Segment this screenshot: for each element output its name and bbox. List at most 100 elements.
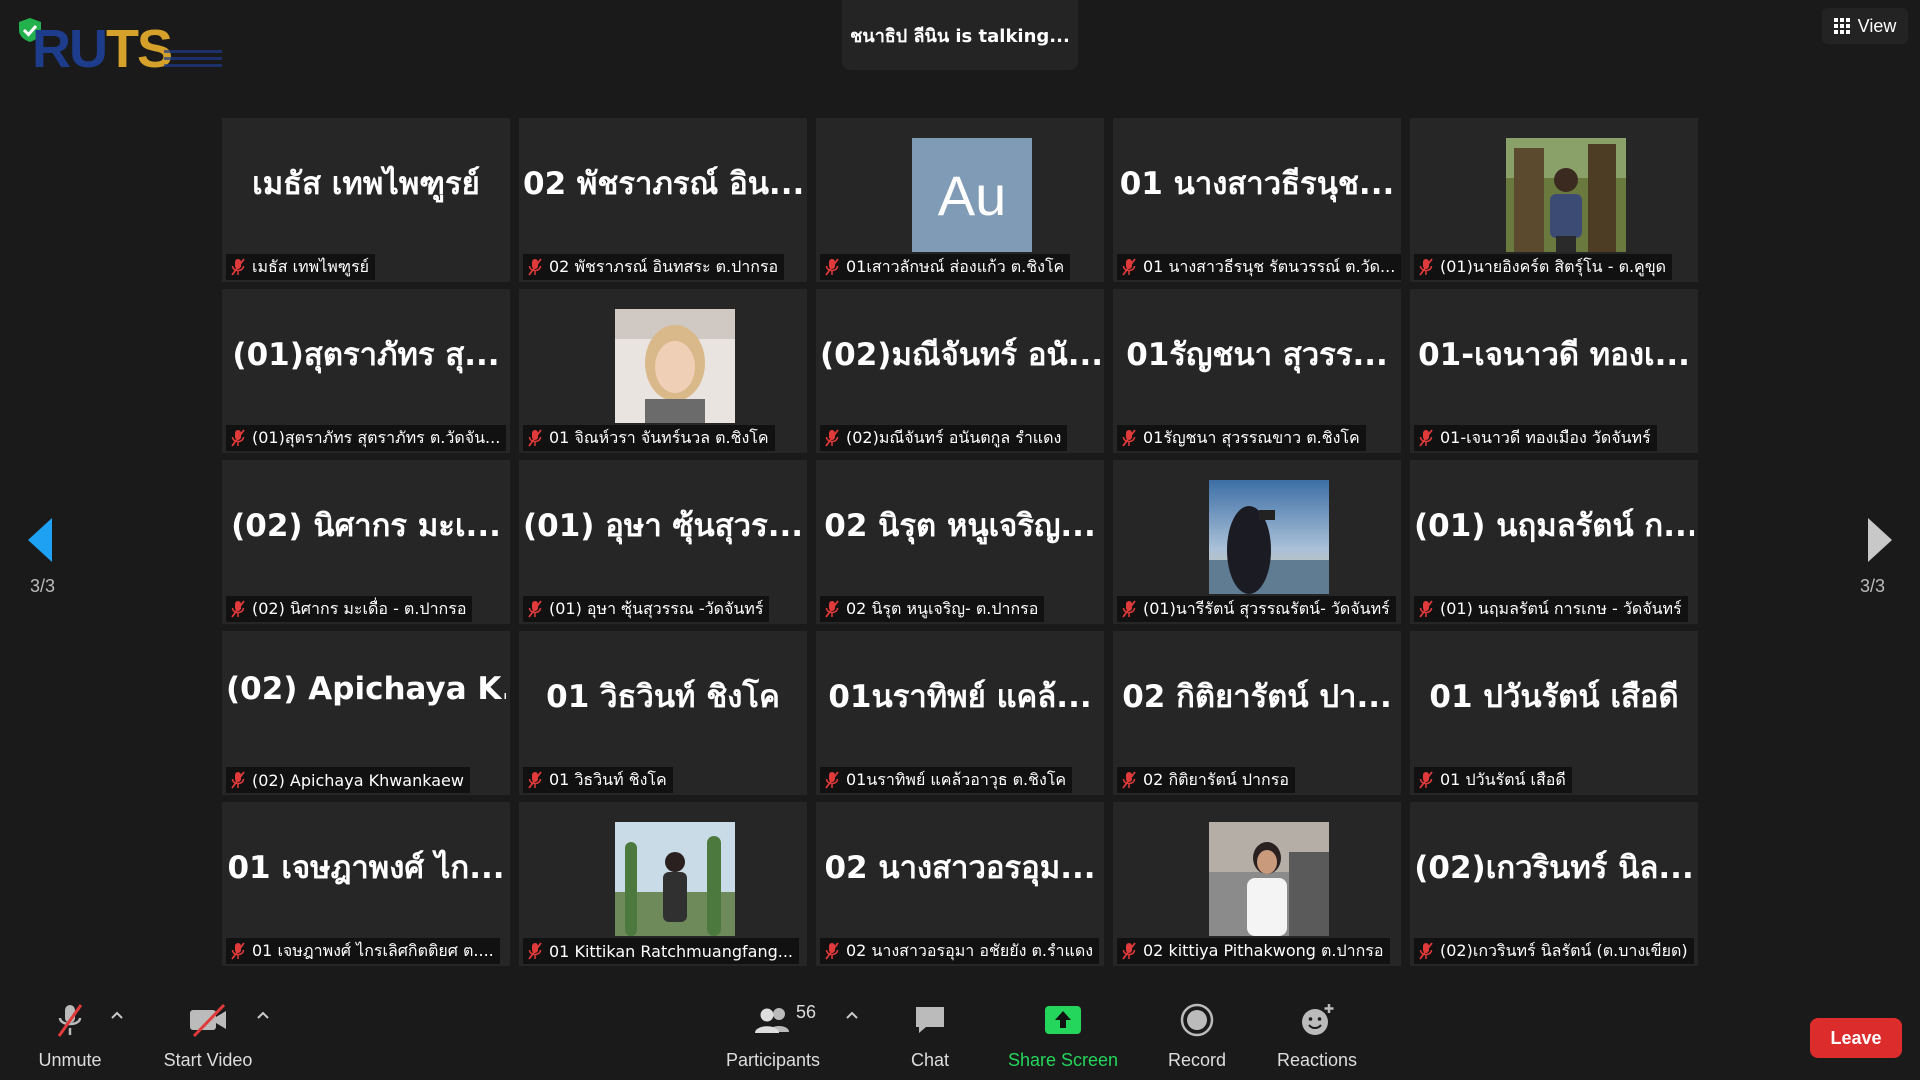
participant-tile[interactable]: 01 Kittikan Ratchmuangfang... xyxy=(519,802,807,966)
previous-page-arrow-icon[interactable] xyxy=(22,510,62,570)
start-video-button[interactable]: Start Video xyxy=(156,998,260,1078)
video-off-icon xyxy=(190,1003,226,1038)
unmute-label: Unmute xyxy=(38,1050,102,1070)
participant-tile[interactable]: (02)เกวรินทร์ นิล... (02)เกวรินทร์ นิลรัต… xyxy=(1410,802,1698,966)
participant-tile[interactable]: (02) Apichaya K... (02) Apichaya Khwankae… xyxy=(222,631,510,795)
participant-photo xyxy=(1209,480,1329,594)
muted-microphone-icon xyxy=(1122,942,1136,960)
participant-tile[interactable]: (01) นฤมลรัตน์ ก... (01) นฤมลรัตน์ การเกษ… xyxy=(1410,460,1698,624)
participant-display-name: (01) อุษา ซุ้นสุวร... xyxy=(523,508,803,544)
participant-name-label: (02)มณีจันทร์ อนันตกูล รำแดง xyxy=(820,425,1068,451)
participant-tile[interactable]: 02 kittiya Pithakwong ต.ปากรอ xyxy=(1113,802,1401,966)
muted-microphone-icon xyxy=(1419,600,1433,618)
participant-display-name: 01 เจษฎาพงศ์ ไก... xyxy=(227,850,505,886)
reactions-button[interactable]: Reactions xyxy=(1274,998,1360,1078)
participant-name-label: 02 นิรุต หนูเจริญ- ต.ปากรอ xyxy=(820,596,1045,622)
logo-text: RUTS xyxy=(32,19,173,79)
muted-microphone-icon xyxy=(1122,429,1136,447)
participant-display-name: 01 ปวันรัตน์ เสือดี xyxy=(1429,679,1679,715)
participant-name-label: 01 จิณห์วรา จันทร์นวล ต.ชิงโค xyxy=(523,425,775,451)
participant-name-label: (02) Apichaya Khwankaew xyxy=(226,767,470,793)
participant-display-name: 02 พัชราภรณ์ อิน... xyxy=(523,166,803,202)
record-button[interactable]: Record xyxy=(1164,998,1230,1078)
muted-microphone-icon xyxy=(825,258,839,276)
leave-button[interactable]: Leave xyxy=(1810,1018,1902,1058)
participant-tile[interactable]: 02 กิติยารัตน์ ปา... 02 กิติยารัตน์ ปากรอ xyxy=(1113,631,1401,795)
muted-microphone-icon xyxy=(57,1004,83,1037)
muted-microphone-icon xyxy=(825,600,839,618)
participant-tile[interactable]: 02 นิรุต หนูเจริญ... 02 นิรุต หนูเจริญ- ต… xyxy=(816,460,1104,624)
participant-name-label: 01 วิธวินท์ ชิงโค xyxy=(523,767,673,793)
participant-display-name: (01)สุตราภัทร สุ... xyxy=(232,337,500,373)
participant-name-label: 01รัญชนา สุวรรณขาว ต.ชิงโค xyxy=(1117,425,1366,451)
muted-microphone-icon xyxy=(528,942,542,960)
muted-microphone-icon xyxy=(1122,771,1136,789)
unmute-button[interactable]: Unmute xyxy=(28,998,112,1078)
muted-microphone-icon xyxy=(1122,600,1136,618)
participant-photo xyxy=(615,822,735,936)
participant-display-name: 01 นางสาวธีรนุช... xyxy=(1119,166,1395,202)
participant-tile[interactable]: Au 01เสาวลักษณ์ ส่องแก้ว ต.ชิงโค xyxy=(816,118,1104,282)
participant-tile[interactable]: (02) นิศากร มะเ... (02) นิศากร มะเดื่อ - … xyxy=(222,460,510,624)
page-indicator-left: 3/3 xyxy=(30,576,56,596)
muted-microphone-icon xyxy=(231,771,245,789)
muted-microphone-icon xyxy=(825,942,839,960)
muted-microphone-icon xyxy=(1419,429,1433,447)
share-screen-label: Share Screen xyxy=(1007,1050,1119,1070)
participant-tile[interactable]: (01) อุษา ซุ้นสุวร... (01) อุษา ซุ้นสุวรร… xyxy=(519,460,807,624)
ruts-logo: RUTS xyxy=(16,12,226,78)
participants-options-caret-icon[interactable] xyxy=(845,1010,859,1020)
participant-name-label: (01) นฤมลรัตน์ การเกษ - วัดจันทร์ xyxy=(1414,596,1688,622)
audio-options-caret-icon[interactable] xyxy=(110,1010,124,1020)
participant-tile[interactable]: 01 นางสาวธีรนุช... 01 นางสาวธีรนุช รัตนวร… xyxy=(1113,118,1401,282)
participant-name-label: 01 ปวันรัตน์ เสือดี xyxy=(1414,767,1572,793)
participant-tile[interactable]: เมธัส เทพไพฑูรย์ เมธัส เทพไพฑูรย์ xyxy=(222,118,510,282)
active-speaker-banner: ชนาธิป ลีนิน is talking... xyxy=(842,0,1078,70)
participant-tile[interactable]: 01 เจษฎาพงศ์ ไก... 01 เจษฎาพงศ์ ไกรเลิศกิ… xyxy=(222,802,510,966)
participant-name-label: (01)สุตราภัทร สุตราภัทร ต.วัดจัน... xyxy=(226,425,507,451)
meeting-toolbar: Unmute Start Video Participants 56 Chat … xyxy=(0,988,1920,1080)
participants-icon xyxy=(755,1008,789,1033)
start-video-label: Start Video xyxy=(163,1050,253,1070)
participant-tile[interactable]: (01)นายอิงคร์ต สิตรุ์โน - ต.คูขุด xyxy=(1410,118,1698,282)
participant-tile[interactable]: 01นราทิพย์ แคล้... 01นราทิพย์ แคล้วอาวุธ … xyxy=(816,631,1104,795)
video-options-caret-icon[interactable] xyxy=(256,1010,270,1020)
participant-name-label: 01เสาวลักษณ์ ส่องแก้ว ต.ชิงโค xyxy=(820,254,1071,280)
muted-microphone-icon xyxy=(231,429,245,447)
participant-name-label: (01) อุษา ซุ้นสุวรรณ -วัดจันทร์ xyxy=(523,596,770,622)
participant-tile[interactable]: 01 จิณห์วรา จันทร์นวล ต.ชิงโค xyxy=(519,289,807,453)
muted-microphone-icon xyxy=(528,771,542,789)
participants-label: Participants xyxy=(725,1050,821,1070)
participant-photo xyxy=(1506,138,1626,252)
next-page-arrow-icon[interactable] xyxy=(1858,510,1898,570)
participant-tile[interactable]: 01 ปวันรัตน์ เสือดี 01 ปวันรัตน์ เสือดี xyxy=(1410,631,1698,795)
muted-microphone-icon xyxy=(528,258,542,276)
participant-display-name: 02 นิรุต หนูเจริญ... xyxy=(824,508,1096,544)
muted-microphone-icon xyxy=(825,429,839,447)
view-button[interactable]: View xyxy=(1822,8,1908,44)
share-screen-icon xyxy=(1045,1006,1081,1034)
muted-microphone-icon xyxy=(231,258,245,276)
participant-display-name: (02) นิศากร มะเ... xyxy=(231,508,501,544)
participant-tile[interactable]: (02)มณีจันทร์ อนั... (02)มณีจันทร์ อนันตก… xyxy=(816,289,1104,453)
participant-name-label: (01)นารีรัตน์ สุวรรณรัตน์- วัดจันทร์ xyxy=(1117,596,1396,622)
participants-count: 56 xyxy=(796,1002,817,1022)
chat-label: Chat xyxy=(910,1050,950,1070)
participant-tile[interactable]: 02 พัชราภรณ์ อิน... 02 พัชราภรณ์ อินทสระ … xyxy=(519,118,807,282)
participant-name-label: 01นราทิพย์ แคล้วอาวุธ ต.ชิงโค xyxy=(820,767,1073,793)
participant-tile[interactable]: 02 นางสาวอรอุม... 02 นางสาวอรอุมา อชัยยัง… xyxy=(816,802,1104,966)
muted-microphone-icon xyxy=(1419,942,1433,960)
participant-display-name: 02 กิติยารัตน์ ปา... xyxy=(1122,679,1392,715)
participant-tile[interactable]: 01-เจนาวดี ทองเ... 01-เจนาวดี ทองเมือง วั… xyxy=(1410,289,1698,453)
participant-tile[interactable]: (01)สุตราภัทร สุ... (01)สุตราภัทร สุตราภั… xyxy=(222,289,510,453)
muted-microphone-icon xyxy=(231,600,245,618)
share-screen-button[interactable]: Share Screen xyxy=(1004,998,1122,1078)
chat-button[interactable]: Chat xyxy=(900,998,960,1078)
participant-tile[interactable]: 01 วิธวินท์ ชิงโค 01 วิธวินท์ ชิงโค xyxy=(519,631,807,795)
grid-icon xyxy=(1833,18,1850,34)
participant-tile[interactable]: 01รัญชนา สุวรร... 01รัญชนา สุวรรณขาว ต.ชิ… xyxy=(1113,289,1401,453)
participant-display-name: 01 วิธวินท์ ชิงโค xyxy=(546,679,780,715)
participant-display-name: (01) นฤมลรัตน์ ก... xyxy=(1414,508,1694,544)
participant-tile[interactable]: (01)นารีรัตน์ สุวรรณรัตน์- วัดจันทร์ xyxy=(1113,460,1401,624)
participant-display-name: (02) Apichaya K... xyxy=(226,671,506,707)
